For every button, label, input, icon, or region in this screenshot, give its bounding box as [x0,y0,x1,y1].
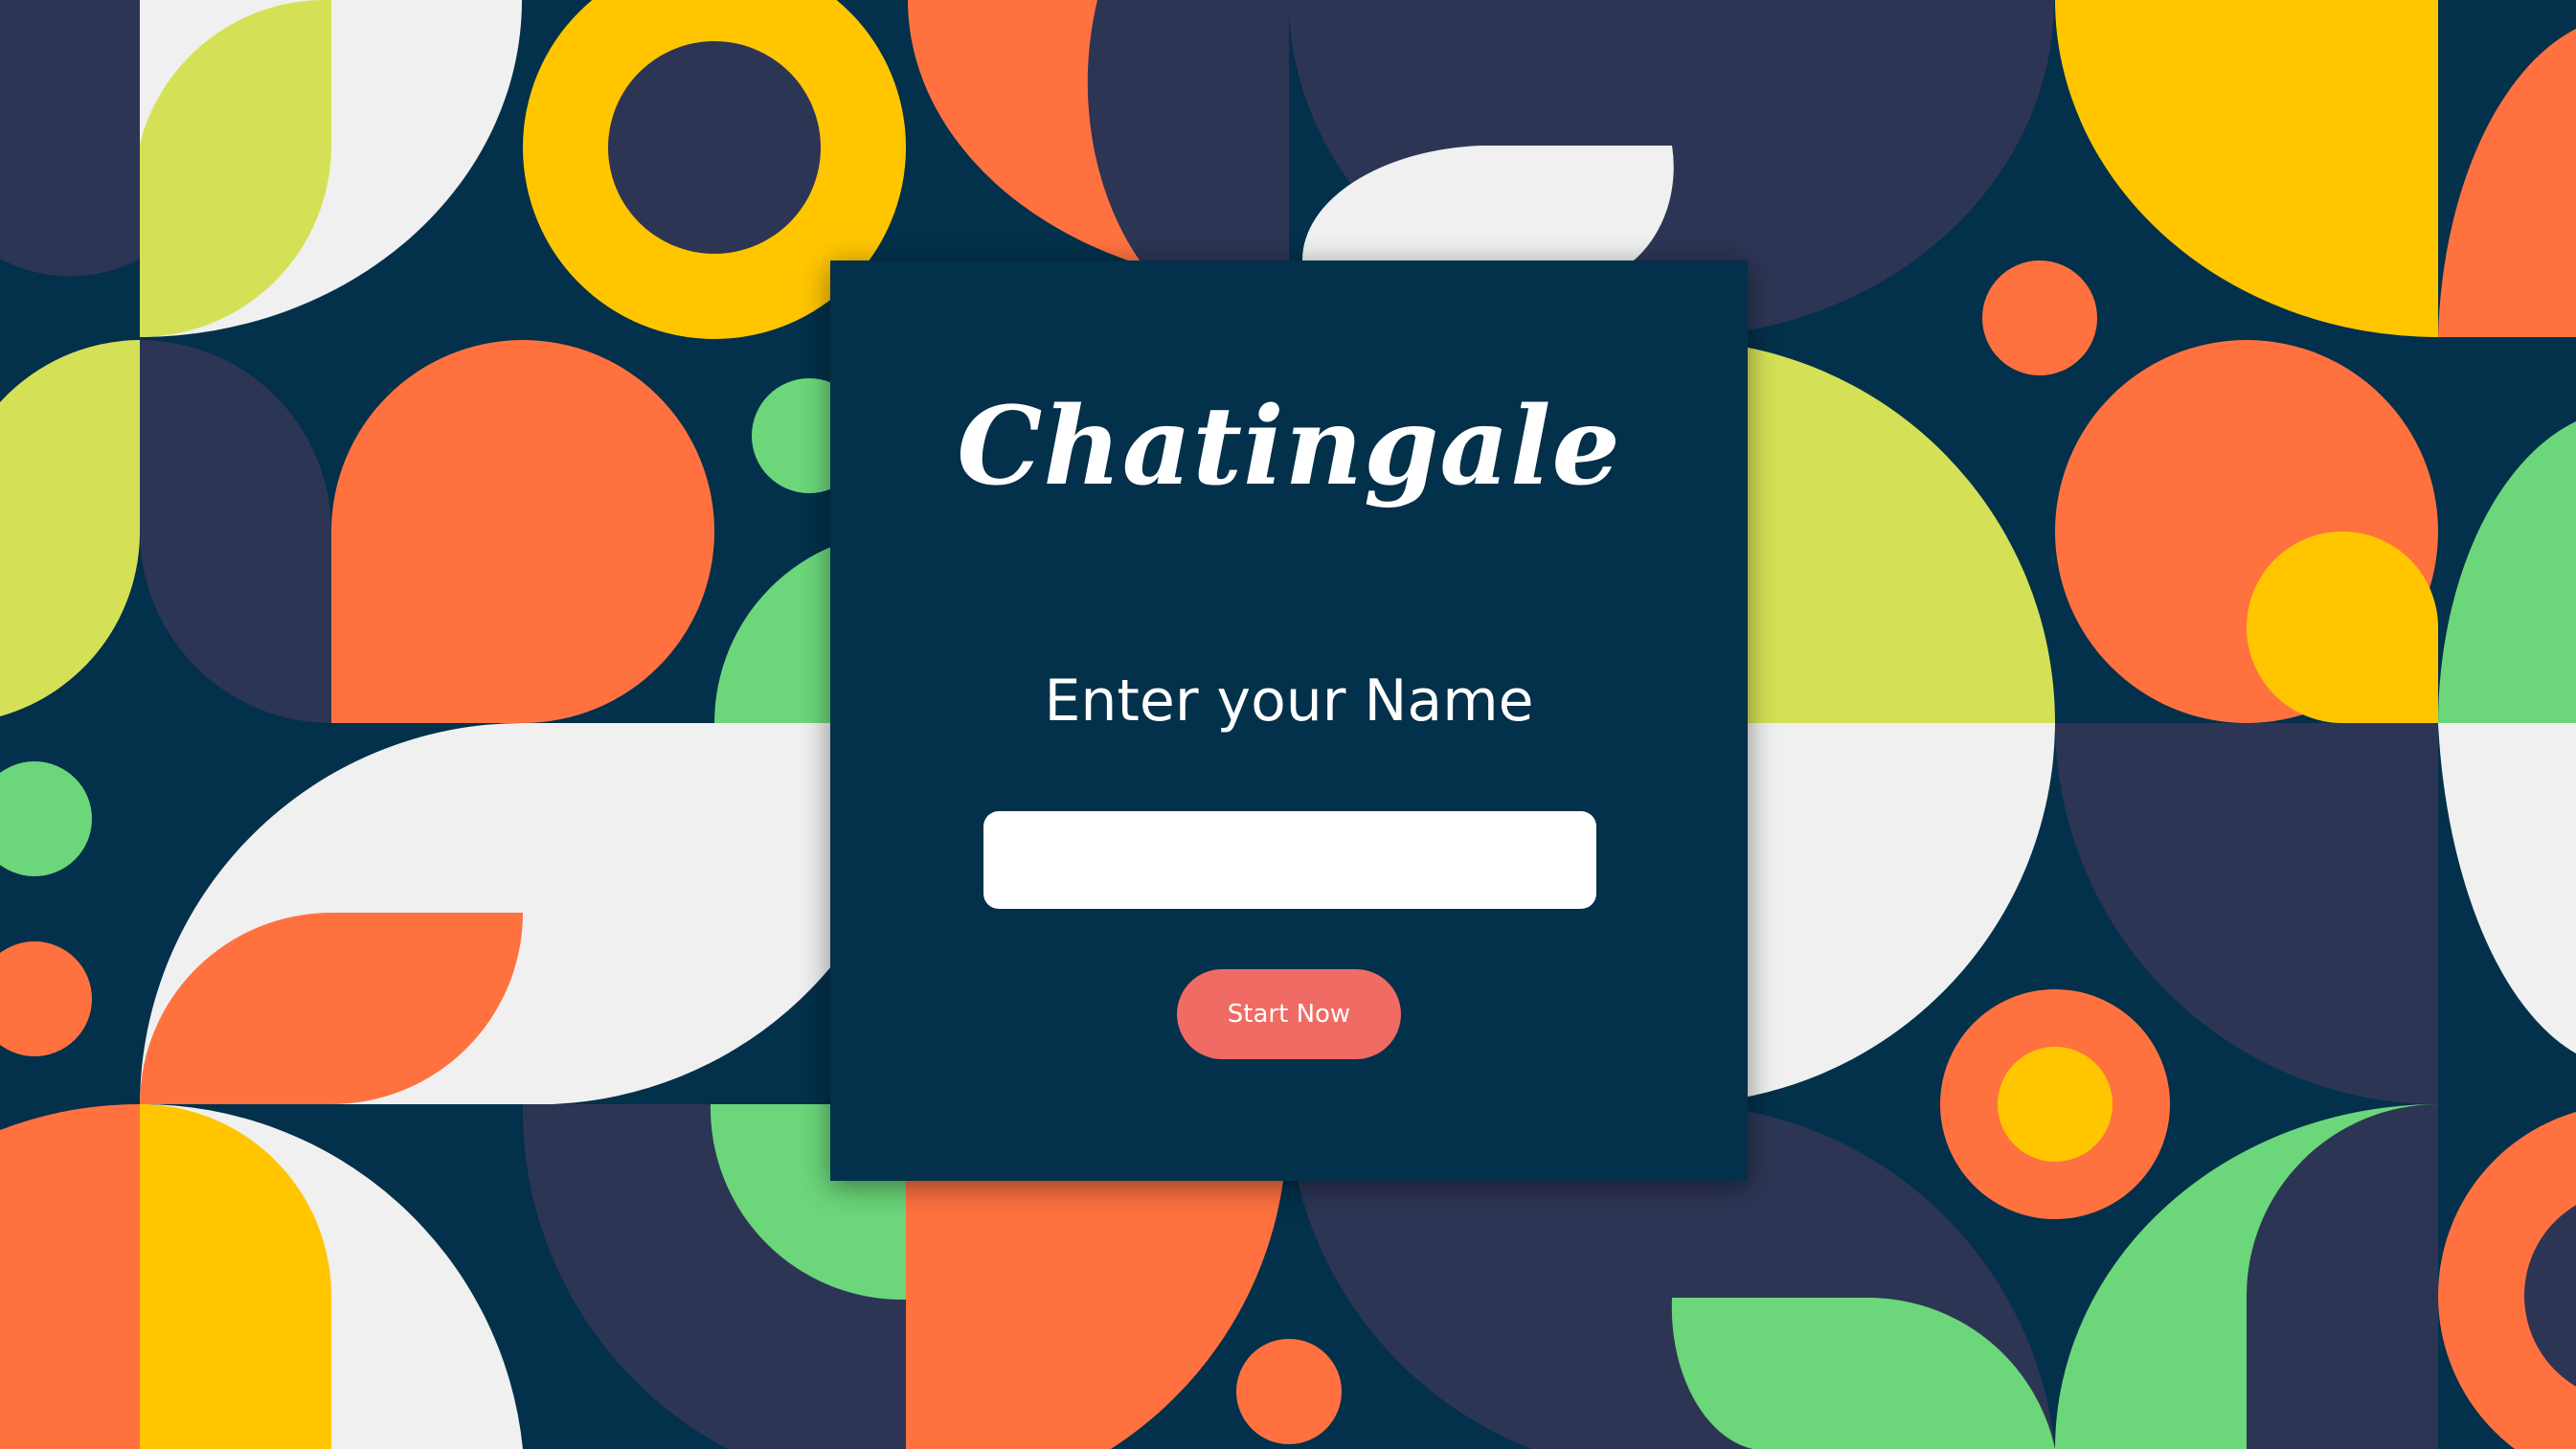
shape-orange-teardrop [331,340,714,723]
shape-orange-bottom-left [0,1103,140,1449]
name-input[interactable] [983,811,1596,909]
page: Chatingale Enter your Name Start Now [0,0,2576,1449]
shape-orange-dot-bottom [1236,1339,1342,1444]
start-now-button[interactable]: Start Now [1177,969,1401,1059]
shape-navy-top-center [1087,0,1289,260]
shape-orange-dot-top [1982,260,2097,375]
shape-orange-ring-hole [1998,1047,2113,1162]
login-card: Chatingale Enter your Name Start Now [830,260,1748,1181]
shape-yellow-ring-hole [608,41,821,254]
app-logo: Chatingale [957,384,1621,509]
name-prompt-label: Enter your Name [1044,668,1534,735]
shape-yellow-right [2247,532,2438,723]
